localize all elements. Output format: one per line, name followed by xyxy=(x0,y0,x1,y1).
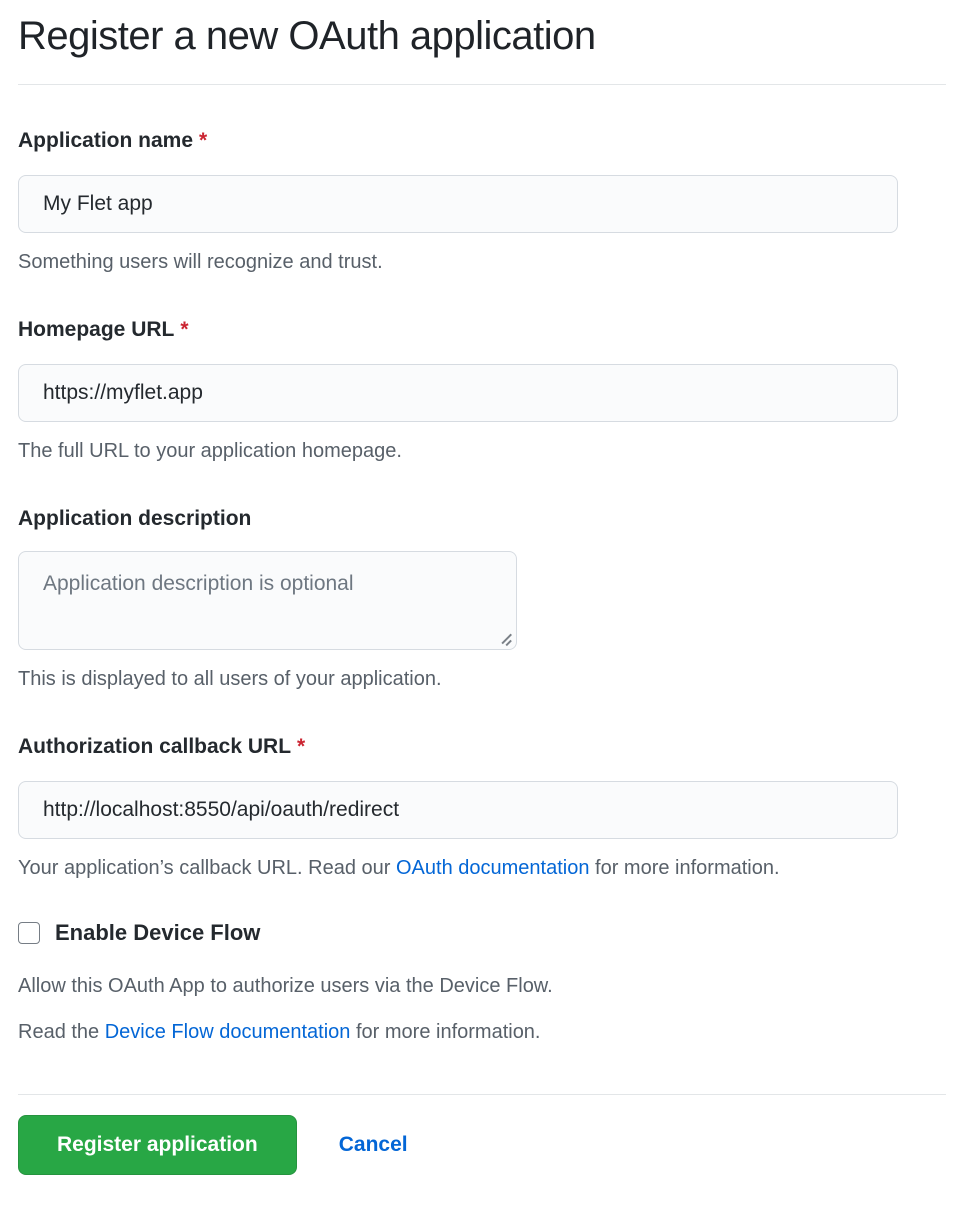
homepage-url-help: The full URL to your application homepag… xyxy=(18,439,936,463)
enable-device-flow-label[interactable]: Enable Device Flow xyxy=(55,920,260,946)
application-description-group: Application description This is displaye… xyxy=(18,507,936,691)
device-flow-row: Enable Device Flow xyxy=(18,920,936,946)
application-name-help: Something users will recognize and trust… xyxy=(18,250,936,274)
device-flow-documentation-link[interactable]: Device Flow documentation xyxy=(105,1021,351,1043)
required-asterisk: * xyxy=(297,735,305,758)
cancel-link[interactable]: Cancel xyxy=(339,1133,408,1157)
required-asterisk: * xyxy=(199,129,207,152)
application-description-textarea[interactable] xyxy=(18,551,517,650)
application-name-label: Application name* xyxy=(18,129,936,153)
application-description-wrap xyxy=(18,551,517,650)
application-name-input[interactable] xyxy=(18,175,898,233)
callback-url-help: Your application’s callback URL. Read ou… xyxy=(18,856,936,880)
application-description-help: This is displayed to all users of your a… xyxy=(18,667,936,691)
callback-url-label: Authorization callback URL* xyxy=(18,735,936,759)
resize-grip-icon[interactable] xyxy=(498,631,512,645)
actions-divider xyxy=(18,1094,946,1095)
homepage-url-group: Homepage URL* The full URL to your appli… xyxy=(18,318,936,463)
callback-url-input[interactable] xyxy=(18,781,898,839)
application-description-label: Application description xyxy=(18,507,936,531)
device-flow-read-more: Read the Device Flow documentation for m… xyxy=(18,1020,936,1044)
page-title: Register a new OAuth application xyxy=(18,10,936,62)
oauth-app-form: Application name* Something users will r… xyxy=(0,129,954,1175)
oauth-documentation-link[interactable]: OAuth documentation xyxy=(396,857,589,879)
form-actions: Register application Cancel xyxy=(0,1115,954,1175)
required-asterisk: * xyxy=(180,318,188,341)
register-application-button[interactable]: Register application xyxy=(18,1115,297,1175)
application-name-group: Application name* Something users will r… xyxy=(18,129,936,274)
homepage-url-input[interactable] xyxy=(18,364,898,422)
title-divider xyxy=(18,84,946,85)
enable-device-flow-checkbox[interactable] xyxy=(18,922,40,944)
homepage-url-label: Homepage URL* xyxy=(18,318,936,342)
device-flow-description: Allow this OAuth App to authorize users … xyxy=(18,974,936,998)
callback-url-group: Authorization callback URL* Your applica… xyxy=(18,735,936,880)
